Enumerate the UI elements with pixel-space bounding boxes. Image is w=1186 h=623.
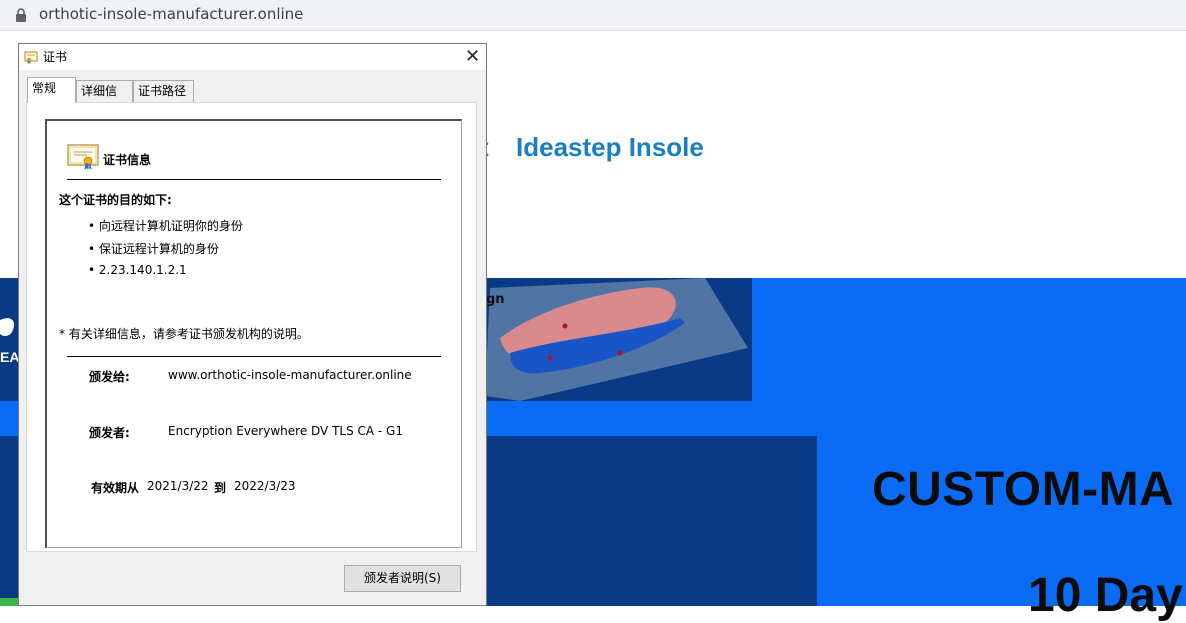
validity-to-label: 到	[214, 481, 227, 495]
tab-certification-path[interactable]: 证书路径	[133, 80, 194, 102]
issuer-statement-button[interactable]: 颁发者说明(S)	[344, 565, 461, 592]
tab-details[interactable]: 详细信息	[76, 80, 133, 118]
purpose-item: • 保证远程计算机的身份	[88, 242, 219, 256]
address-bar[interactable]: orthotic-insole-manufacturer.online	[0, 0, 1186, 31]
issued-by-value: Encryption Everywhere DV TLS CA - G1	[168, 424, 403, 438]
validity-from-label: 有效期从	[91, 481, 140, 495]
dialog-titlebar[interactable]: 证书 ✕	[19, 44, 486, 70]
certificate-info-box: 证书信息 这个证书的目的如下: • 向远程计算机证明你的身份 • 保证远程计算机…	[45, 119, 462, 548]
issued-to-value: www.orthotic-insole-manufacturer.online	[168, 368, 412, 382]
divider	[67, 179, 441, 180]
insole-image	[485, 278, 748, 401]
certificate-icon	[24, 51, 38, 64]
certificate-icon	[67, 144, 99, 170]
tab-general[interactable]: 常规	[27, 77, 76, 103]
purpose-item: • 向远程计算机证明你的身份	[88, 219, 243, 233]
divider	[67, 356, 441, 357]
hero-heading: CUSTOM-MA	[872, 463, 1175, 516]
hero-subheading: 10 Day	[1028, 569, 1183, 622]
certificate-dialog: 证书 ✕ 常规 详细信息 证书路径 证书信息 这个证书的目的如下: • 向远程计…	[18, 43, 487, 606]
info-note: * 有关详细信息，请参考证书颁发机构的说明。	[59, 327, 309, 341]
site-title[interactable]: Ideastep Insole	[516, 132, 704, 163]
close-button[interactable]: ✕	[459, 44, 486, 70]
issued-by-label: 颁发者:	[89, 426, 130, 440]
validity-from-value: 2021/3/22	[147, 479, 209, 493]
svg-text:EA: EA	[0, 349, 19, 365]
general-tab-panel: 证书信息 这个证书的目的如下: • 向远程计算机证明你的身份 • 保证远程计算机…	[26, 102, 477, 552]
url-text[interactable]: orthotic-insole-manufacturer.online	[39, 4, 303, 24]
green-accent	[0, 598, 18, 606]
purpose-item: • 2.23.140.1.2.1	[88, 263, 187, 277]
text-fragment: gn	[486, 292, 505, 307]
purpose-heading: 这个证书的目的如下:	[59, 193, 172, 207]
section-title: 证书信息	[103, 153, 152, 167]
validity-to-value: 2022/3/23	[234, 479, 296, 493]
lock-icon[interactable]	[14, 7, 28, 23]
issued-to-label: 颁发给:	[89, 370, 130, 384]
dialog-title: 证书	[43, 50, 68, 64]
